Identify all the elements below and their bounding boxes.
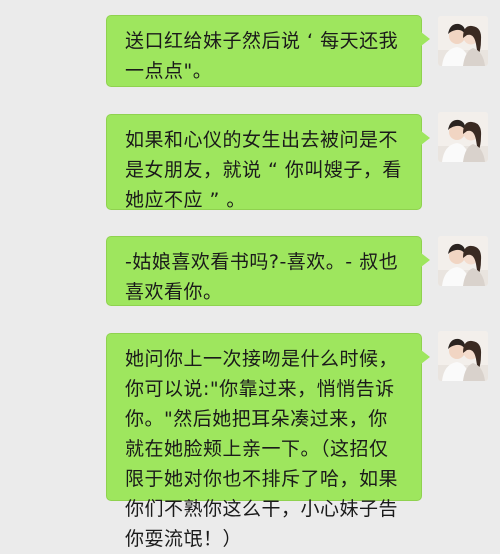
couple-avatar-image — [438, 331, 488, 381]
message-bubble[interactable]: -姑娘喜欢看书吗?-喜欢。- 叔也喜欢看你。 — [106, 236, 430, 306]
couple-avatar-image — [438, 112, 488, 162]
couple-avatar[interactable] — [438, 112, 488, 162]
couple-avatar[interactable] — [438, 16, 488, 66]
chat-window: 送口红给妹子然后说 ‘ 每天还我一点点"。 如果和心仪的女生出去被问是不是女朋友… — [0, 0, 500, 550]
couple-avatar[interactable] — [438, 331, 488, 381]
message-bubble[interactable]: 她问你上一次接吻是什么时候，你可以说:"你靠过来，悄悄告诉你。"然后她把耳朵凑过… — [106, 333, 430, 550]
couple-avatar-image — [438, 236, 488, 286]
message-bubble[interactable]: 如果和心仪的女生出去被问是不是女朋友，就说 “ 你叫嫂子，看她应不应 ” 。 — [106, 114, 430, 211]
couple-avatar-image — [438, 16, 488, 66]
couple-avatar[interactable] — [438, 236, 488, 286]
message-bubble[interactable]: 送口红给妹子然后说 ‘ 每天还我一点点"。 — [106, 15, 430, 87]
